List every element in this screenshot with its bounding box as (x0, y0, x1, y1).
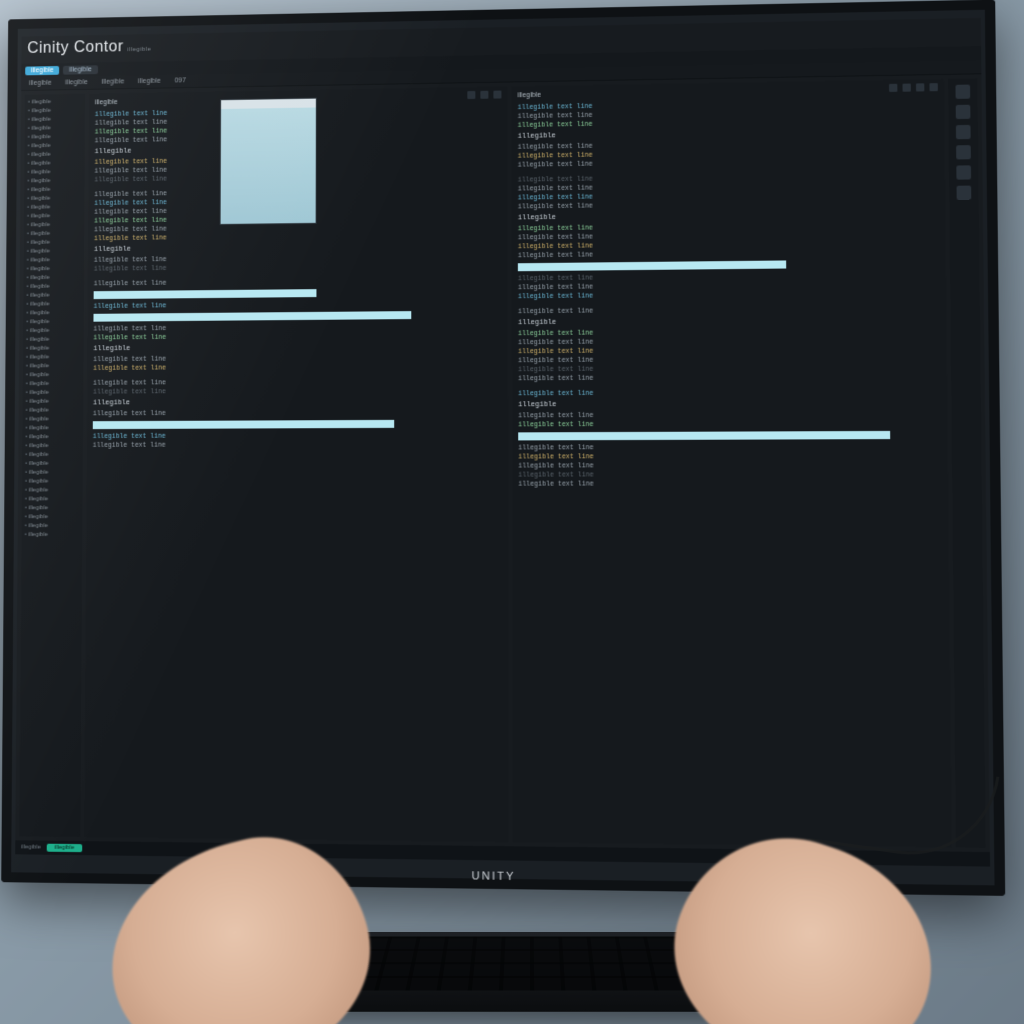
hierarchy-item[interactable]: illegible (25, 406, 80, 415)
screen: Cinity Contor illegible illegible illegi… (15, 18, 990, 867)
code-line: illegible text line (93, 407, 502, 418)
hierarchy-item[interactable]: illegible (25, 495, 80, 504)
hierarchy-item[interactable]: illegible (24, 531, 79, 540)
highlight-bar (518, 431, 890, 440)
editor-left[interactable]: illegible illegible text line illegible t… (84, 86, 508, 842)
hierarchy-item[interactable]: illegible (25, 424, 80, 433)
code-line: illegible text line (518, 418, 941, 429)
tool-icon[interactable] (916, 83, 924, 91)
code-line: illegible text line (93, 439, 502, 449)
highlight-bar (94, 289, 317, 299)
preview-body (221, 107, 316, 224)
hierarchy-item[interactable]: illegible (25, 433, 80, 442)
tool-icon[interactable] (929, 83, 937, 91)
tool-icon[interactable] (889, 84, 897, 92)
menu-item-4[interactable]: 097 (174, 77, 185, 84)
hierarchy-item[interactable]: illegible (26, 309, 81, 318)
app-title: Cinity Contor (27, 39, 123, 58)
hierarchy-item[interactable]: illegible (26, 371, 81, 380)
editor-right-tools (886, 83, 938, 94)
hierarchy-item[interactable]: illegible (25, 469, 80, 478)
editor-right-body[interactable]: illegible text line illegible text line il… (518, 96, 942, 489)
rail-icon[interactable] (956, 105, 971, 119)
rail-icon[interactable] (955, 85, 970, 99)
editor-right[interactable]: illegible illegible text lineillegible t… (512, 79, 952, 847)
hierarchy-item[interactable]: illegible (26, 398, 81, 407)
hierarchy-item[interactable]: illegible (26, 344, 81, 353)
code-line: illegible text line (94, 298, 502, 311)
tab-1[interactable]: illegible (63, 65, 97, 74)
hierarchy-item[interactable]: illegible (25, 451, 80, 460)
right-rail (948, 78, 986, 847)
code-line: illegible text line (518, 479, 942, 489)
code-line: illegible text line (518, 387, 941, 398)
status-chip[interactable]: illegible (47, 844, 83, 852)
hierarchy-item[interactable]: illegible (25, 504, 80, 513)
rail-icon[interactable] (957, 186, 972, 200)
hierarchy-item[interactable]: illegible (25, 460, 80, 469)
tool-icon[interactable] (903, 84, 911, 92)
hierarchy-item[interactable]: illegible (26, 362, 81, 371)
hierarchy-item[interactable]: illegible (26, 327, 81, 336)
highlight-bar (93, 311, 410, 322)
editor-left-tools (464, 91, 501, 102)
tool-icon[interactable] (467, 91, 475, 99)
highlight-bar (518, 260, 786, 271)
rail-icon[interactable] (956, 125, 971, 139)
app-subtitle: illegible (127, 47, 151, 53)
editor-left-title: illegible (95, 99, 118, 106)
hierarchy-item[interactable]: illegible (25, 478, 80, 487)
monitor-brand-badge: UNITY (472, 870, 516, 883)
code-line: illegible text line (93, 330, 502, 342)
menu-item-2[interactable]: illegible (102, 78, 125, 85)
hierarchy-item[interactable]: illegible (25, 415, 80, 424)
hierarchy-item[interactable]: illegible (25, 513, 80, 522)
hierarchy-panel[interactable]: illegibleillegibleillegibleillegibleille… (19, 94, 85, 837)
hierarchy-item[interactable]: illegible (26, 389, 81, 398)
preview-thumbnail[interactable] (220, 98, 317, 225)
rail-icon[interactable] (956, 165, 971, 179)
hierarchy-item[interactable]: illegible (25, 442, 80, 451)
status-text: illegible (21, 844, 41, 850)
code-line: illegible text line (93, 385, 502, 396)
rail-icon[interactable] (956, 145, 971, 159)
hierarchy-item[interactable]: illegible (26, 353, 81, 362)
hierarchy-item[interactable]: illegible (26, 318, 81, 327)
hierarchy-item[interactable]: illegible (26, 336, 81, 345)
menu-item-3[interactable]: illegible (138, 78, 161, 85)
hierarchy-item[interactable]: illegible (26, 380, 81, 389)
menu-item-1[interactable]: illegible (65, 79, 88, 86)
editor-right-title: illegible (518, 91, 542, 98)
highlight-bar (93, 420, 395, 429)
hierarchy-item[interactable]: illegible (25, 522, 80, 531)
menu-item-0[interactable]: illegible (29, 80, 52, 87)
tool-icon[interactable] (480, 91, 488, 99)
tool-icon[interactable] (493, 91, 501, 99)
workspace: illegibleillegibleillegibleillegibleille… (15, 74, 990, 852)
hierarchy-item[interactable]: illegible (25, 486, 80, 495)
tab-0[interactable]: illegible (25, 65, 59, 74)
